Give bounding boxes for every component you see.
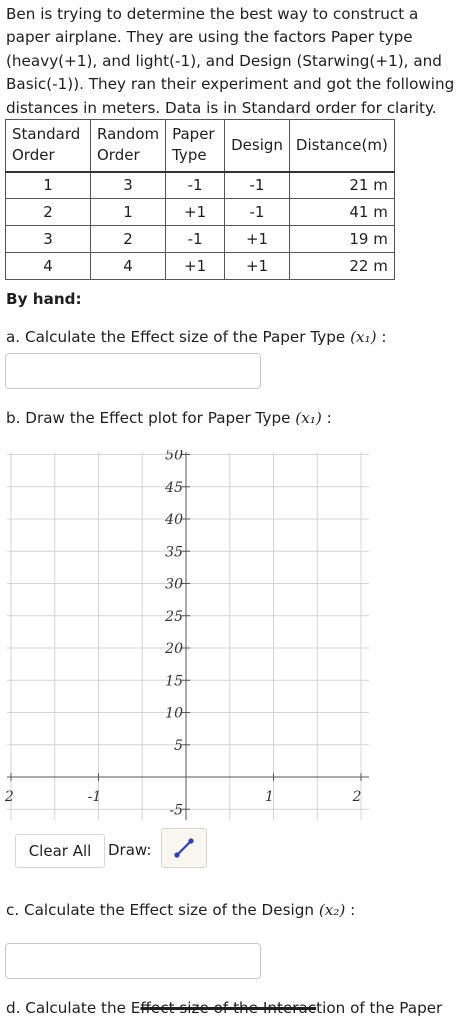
by-hand-heading: By hand:	[6, 290, 82, 308]
y-tick-label: 35	[165, 544, 183, 560]
intro-line: paper airplane. They are using the facto…	[6, 28, 413, 47]
table-row: 2 1 +1 -1 41 m	[5, 198, 395, 226]
intro-line: Ben is trying to determine the best way …	[6, 5, 419, 23]
table-row: 3 2 -1 +1 19 m	[5, 225, 395, 253]
intro-line: Basic(-1)). They ran their experiment an…	[6, 75, 455, 94]
draw-label: Draw:	[108, 841, 152, 859]
cell-rand: 3	[89, 170, 167, 199]
header-paper-type: Paper Type	[165, 119, 226, 172]
y-tick-label: 30	[165, 577, 183, 593]
header-standard-order: Standard Order	[5, 119, 91, 172]
header-random-order: Random Order	[89, 119, 167, 172]
header-distance: Distance(m)	[288, 119, 395, 172]
cell-paper: -1	[165, 170, 226, 199]
plot-axes	[7, 452, 369, 820]
cell-distance: 22 m	[288, 252, 395, 280]
y-tick-label: 25	[164, 609, 183, 625]
x-tick-labels: -2 -1 1 2	[5, 789, 362, 805]
question-c: c. Calculate the Effect size of the Desi…	[6, 901, 356, 919]
clear-all-button[interactable]: Clear All	[15, 834, 105, 868]
x-tick-label: 1	[265, 789, 274, 805]
cell-std: 2	[5, 198, 91, 226]
y-tick-label: 45	[164, 480, 183, 496]
cell-design: -1	[224, 198, 290, 226]
header-design: Design	[224, 119, 290, 172]
question-b: b. Draw the Effect plot for Paper Type (…	[6, 409, 332, 427]
table-header-row: Standard Order Random Order Paper Type Desi…	[5, 119, 395, 172]
cell-std: 4	[5, 252, 91, 280]
y-tick-label: 50	[165, 450, 183, 464]
cell-paper: +1	[165, 252, 226, 280]
y-tick-label: -5	[169, 802, 183, 818]
line-pen-icon	[174, 838, 194, 858]
cell-distance: 21 m	[288, 170, 395, 199]
y-tick-label: 10	[165, 706, 183, 722]
cell-rand: 4	[89, 252, 167, 280]
answer-a-input[interactable]	[5, 353, 261, 389]
plot-grid	[7, 452, 369, 820]
y-tick-label: 20	[164, 641, 183, 657]
x-tick-label: 2	[352, 789, 362, 805]
cell-rand: 1	[89, 198, 167, 226]
y-tick-labels: 50 45 40 35 30 25 20 15 10 5 -5	[164, 450, 183, 818]
table-row: 1 3 -1 -1 21 m	[5, 170, 395, 199]
intro-line: distances in meters. Data is in Standard…	[6, 98, 437, 117]
table-row: 4 4 +1 +1 22 m	[5, 252, 395, 280]
draw-line-tool-button[interactable]	[161, 828, 207, 868]
question-a: a. Calculate the Effect size of the Pape…	[6, 328, 387, 346]
cell-paper: +1	[165, 198, 226, 226]
cell-rand: 2	[89, 225, 167, 253]
cell-design: +1	[224, 252, 290, 280]
problem-intro: Ben is trying to determine the best way …	[6, 3, 472, 120]
cell-std: 3	[5, 225, 91, 253]
cell-design: -1	[224, 170, 290, 199]
x-tick-label: -2	[5, 789, 14, 805]
intro-line: (heavy(+1), and light(-1), and Design (S…	[6, 51, 442, 70]
answer-c-input[interactable]	[5, 943, 261, 979]
y-tick-label: 5	[174, 738, 183, 754]
cell-paper: -1	[165, 225, 226, 253]
experiment-table: Standard Order Random Order Paper Type Desi…	[5, 119, 395, 280]
cell-std: 1	[5, 170, 91, 199]
x-tick-label: -1	[88, 789, 102, 805]
cell-distance: 41 m	[288, 198, 395, 226]
y-tick-label: 40	[164, 512, 183, 528]
y-tick-label: 15	[165, 673, 183, 689]
question-d: d. Calculate the Effect size of the Inte…	[6, 999, 443, 1017]
effect-plot-canvas[interactable]: 50 45 40 35 30 25 20 15 10 5 -5 -2 -1 1 2	[5, 450, 371, 822]
cell-design: +1	[224, 225, 290, 253]
cell-distance: 19 m	[288, 225, 395, 253]
